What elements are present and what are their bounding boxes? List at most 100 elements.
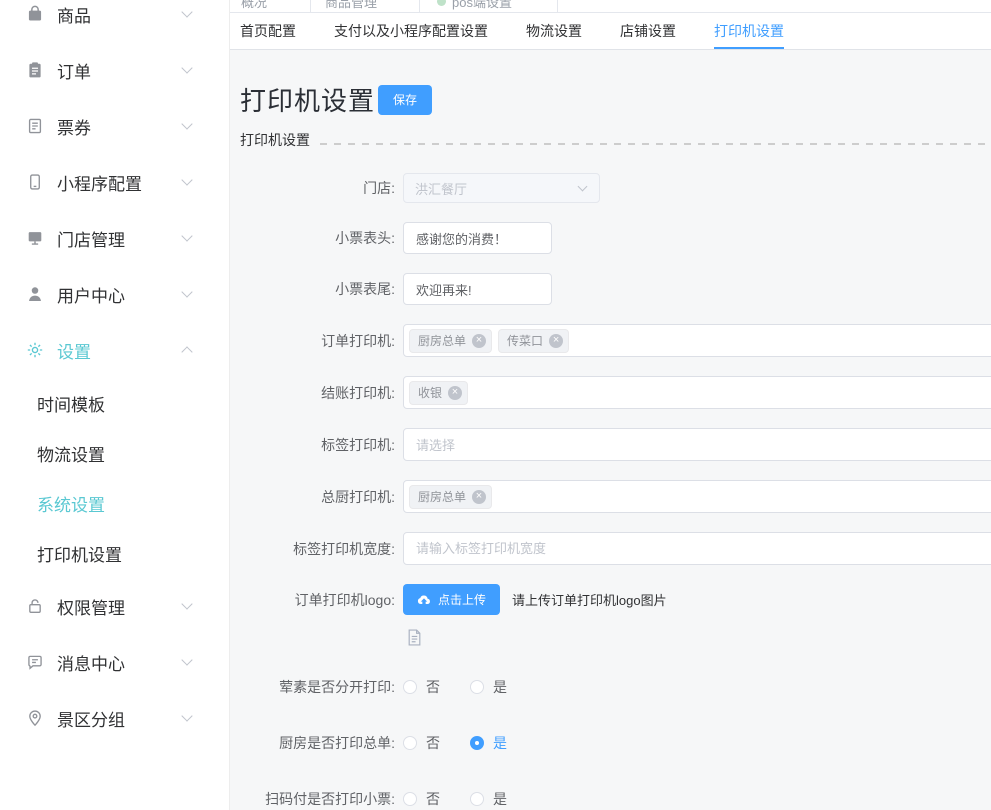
label-printer-width-input[interactable]	[403, 532, 991, 565]
chevron-down-icon	[578, 182, 588, 192]
lock-icon	[26, 597, 44, 615]
form-row-receipt-header: 小票表头:	[230, 222, 991, 254]
store-select[interactable]: 洪汇餐厅	[403, 173, 600, 203]
radio-no[interactable]	[403, 680, 417, 694]
sidebar-item-label: 用户中心	[57, 282, 125, 307]
printer-tag: 收银×	[409, 381, 468, 405]
close-icon[interactable]: ×	[472, 490, 486, 504]
bag-icon	[26, 5, 44, 23]
upload-hint: 请上传订单打印机logo图片	[512, 590, 667, 609]
label-printer-width-label: 标签打印机宽度:	[240, 539, 395, 559]
receipt-header-label: 小票表头:	[240, 228, 395, 248]
sidebar-item-user-center[interactable]: 用户中心	[0, 266, 229, 322]
tab-payment-miniprogram-config[interactable]: 支付以及小程序配置设置	[334, 13, 488, 49]
uploaded-file-row	[230, 629, 991, 647]
label-printers-label: 标签打印机:	[240, 435, 395, 455]
save-button[interactable]: 保存	[378, 85, 432, 115]
chevron-down-icon	[181, 174, 192, 185]
sidebar-subitem-time-template[interactable]: 时间模板	[0, 378, 229, 428]
main-content: 概况 商品管理 pos端设置 首页配置 支付以及小程序配置设置 物流设置 店铺设…	[230, 0, 991, 810]
settings-tab-bar: 首页配置 支付以及小程序配置设置 物流设置 店铺设置 打印机设置	[230, 13, 991, 50]
sidebar-item-label: 订单	[57, 58, 91, 83]
chevron-down-icon	[181, 654, 192, 665]
sidebar-item-label: 设置	[57, 338, 91, 363]
form-row-order-printers: 订单打印机: 厨房总单× 传菜口×	[230, 324, 991, 357]
chevron-down-icon	[181, 598, 192, 609]
document-icon[interactable]	[407, 629, 422, 646]
kitchen-total-print-label: 厨房是否打印总单:	[240, 733, 395, 753]
sidebar-item-goods[interactable]: 商品	[0, 0, 229, 42]
form-row-scan-pay-print: 扫码付是否打印小票: 否 是	[230, 789, 991, 809]
sidebar-item-tickets[interactable]: 票券	[0, 98, 229, 154]
radio-no[interactable]	[403, 736, 417, 750]
sidebar-item-store-management[interactable]: 门店管理	[0, 210, 229, 266]
checkout-printers-label: 结账打印机:	[240, 383, 395, 403]
clipboard-icon	[26, 61, 44, 79]
sidebar-item-message-center[interactable]: 消息中心	[0, 634, 229, 690]
sidebar-item-scenic-groups[interactable]: 景区分组	[0, 690, 229, 746]
message-icon	[26, 653, 44, 671]
tab-shop-settings[interactable]: 店铺设置	[620, 13, 676, 49]
sidebar-item-label: 票券	[57, 114, 91, 139]
scan-pay-print-label: 扫码付是否打印小票:	[240, 789, 395, 809]
form-row-receipt-footer: 小票表尾:	[230, 273, 991, 305]
sidebar-item-settings[interactable]: 设置	[0, 322, 229, 378]
printer-settings-form: 门店: 洪汇餐厅 小票表头: 小票表尾: 订单打印机: 厨房总单× 传菜口× 结…	[230, 173, 991, 809]
tab-printer-settings[interactable]: 打印机设置	[714, 13, 784, 49]
sidebar-subitem-system-settings[interactable]: 系统设置	[0, 478, 229, 528]
receipt-footer-input[interactable]	[403, 273, 552, 305]
chevron-down-icon	[181, 710, 192, 721]
upload-button[interactable]: 点击上传	[403, 584, 500, 615]
top-tab-pos-settings[interactable]: pos端设置	[420, 0, 558, 13]
tab-logistics-settings[interactable]: 物流设置	[526, 13, 582, 49]
form-row-kitchen-total-print: 厨房是否打印总单: 否 是	[230, 733, 991, 753]
radio-no[interactable]	[403, 792, 417, 806]
form-row-label-printers: 标签打印机: 请选择	[230, 428, 991, 461]
label-printers-multiselect[interactable]: 请选择	[403, 428, 991, 461]
top-tab-overview[interactable]: 概况	[230, 0, 311, 13]
top-tab-goods-management[interactable]: 商品管理	[311, 0, 420, 13]
close-icon[interactable]: ×	[472, 334, 486, 348]
sidebar-item-miniprogram-config[interactable]: 小程序配置	[0, 154, 229, 210]
receipt-footer-label: 小票表尾:	[240, 279, 395, 299]
chevron-down-icon	[181, 6, 192, 17]
sidebar-item-label: 小程序配置	[57, 170, 142, 195]
form-row-logo-upload: 订单打印机logo: 点击上传 请上传订单打印机logo图片	[230, 584, 991, 615]
sidebar-subitem-printer-settings[interactable]: 打印机设置	[0, 528, 229, 578]
printer-tag: 厨房总单×	[409, 329, 492, 353]
form-row-store: 门店: 洪汇餐厅	[230, 173, 991, 203]
dashed-divider	[320, 143, 991, 145]
chevron-down-icon	[181, 230, 192, 241]
form-row-separate-print: 荤素是否分开打印: 否 是	[230, 677, 991, 697]
sidebar-subitem-logistics-settings[interactable]: 物流设置	[0, 428, 229, 478]
sidebar-item-label: 门店管理	[57, 226, 125, 251]
sidebar-item-orders[interactable]: 订单	[0, 42, 229, 98]
user-icon	[26, 285, 44, 303]
checkout-printers-multiselect[interactable]: 收银×	[403, 376, 991, 409]
separate-print-label: 荤素是否分开打印:	[240, 677, 395, 697]
form-row-checkout-printers: 结账打印机: 收银×	[230, 376, 991, 409]
chef-printers-multiselect[interactable]: 厨房总单×	[403, 480, 991, 513]
order-printers-multiselect[interactable]: 厨房总单× 传菜口×	[403, 324, 991, 357]
sidebar-item-label: 权限管理	[57, 594, 125, 619]
chevron-down-icon	[181, 62, 192, 73]
close-icon[interactable]: ×	[549, 334, 563, 348]
gear-icon	[26, 341, 44, 359]
logo-label: 订单打印机logo:	[240, 590, 395, 610]
chef-printers-label: 总厨打印机:	[240, 487, 395, 507]
radio-yes[interactable]	[470, 680, 484, 694]
store-select-value: 洪汇餐厅	[415, 179, 467, 198]
close-icon[interactable]: ×	[448, 386, 462, 400]
store-label: 门店:	[240, 178, 395, 198]
chevron-down-icon	[181, 286, 192, 297]
receipt-header-input[interactable]	[403, 222, 552, 254]
section-title: 打印机设置	[240, 130, 310, 152]
tab-home-config[interactable]: 首页配置	[240, 13, 296, 49]
sidebar-item-label: 消息中心	[57, 650, 125, 675]
page-title: 打印机设置	[240, 81, 375, 118]
radio-yes-checked[interactable]	[470, 736, 484, 750]
top-tab-bar: 概况 商品管理 pos端设置	[230, 0, 991, 13]
radio-yes[interactable]	[470, 792, 484, 806]
sidebar-item-permissions[interactable]: 权限管理	[0, 578, 229, 634]
form-row-label-printer-width: 标签打印机宽度:	[230, 532, 991, 565]
